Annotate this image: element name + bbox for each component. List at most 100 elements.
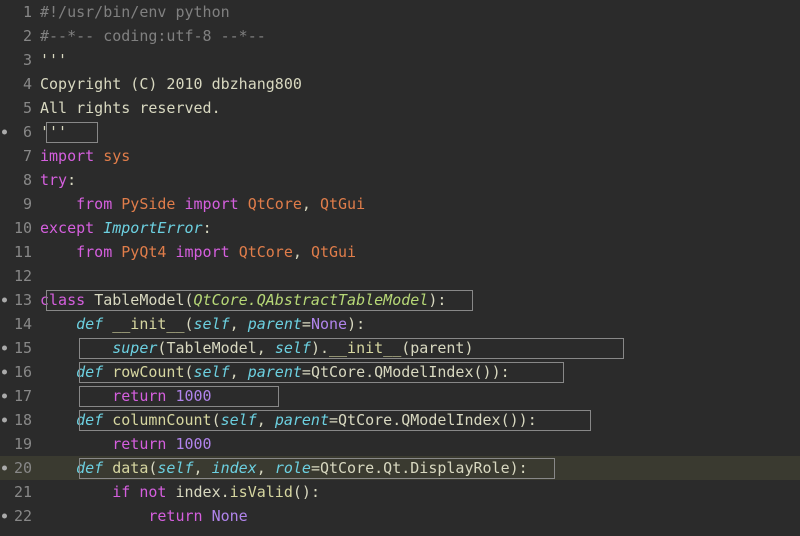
- code-content[interactable]: return 1000: [40, 435, 212, 453]
- code-line[interactable]: 10except ImportError:: [0, 216, 800, 240]
- code-content[interactable]: ''': [40, 51, 67, 69]
- token-keyword: except: [40, 219, 103, 237]
- token-op: ): [510, 411, 519, 429]
- token-op: ,: [230, 315, 248, 333]
- token-string: ''': [40, 123, 67, 141]
- token-keyword: from: [76, 243, 121, 261]
- code-content[interactable]: class TableModel(QtCore.QAbstractTableMo…: [40, 291, 446, 309]
- token-plain: [40, 195, 76, 213]
- code-editor[interactable]: 1#!/usr/bin/env python2#--*-- coding:utf…: [0, 0, 800, 528]
- code-line[interactable]: 7import sys: [0, 144, 800, 168]
- code-content[interactable]: if not index.isValid():: [40, 483, 320, 501]
- code-content[interactable]: from PyQt4 import QtCore, QtGui: [40, 243, 356, 261]
- token-op: :: [528, 411, 537, 429]
- line-number: 11: [0, 243, 40, 261]
- code-content[interactable]: #!/usr/bin/env python: [40, 3, 230, 21]
- code-line[interactable]: 16 def rowCount(self, parent=QtCore.QMod…: [0, 360, 800, 384]
- token-keyword: import: [175, 243, 238, 261]
- token-string: Copyright (C) 2010 dbzhang800: [40, 75, 302, 93]
- code-content[interactable]: def __init__(self, parent=None):: [40, 315, 365, 333]
- code-content[interactable]: def rowCount(self, parent=QtCore.QModelI…: [40, 363, 510, 381]
- token-name: PySide: [121, 195, 184, 213]
- token-param: parent: [248, 363, 302, 381]
- code-line[interactable]: 17 return 1000: [0, 384, 800, 408]
- code-line[interactable]: 4Copyright (C) 2010 dbzhang800: [0, 72, 800, 96]
- token-op: ): [347, 315, 356, 333]
- code-line[interactable]: 15 super(TableModel, self).__init__(pare…: [0, 336, 800, 360]
- token-op: ,: [230, 363, 248, 381]
- code-line[interactable]: 6''': [0, 120, 800, 144]
- token-op: :: [519, 459, 528, 477]
- token-keyword: import: [40, 147, 103, 165]
- code-content[interactable]: return None: [40, 507, 248, 525]
- token-keyword: not: [139, 483, 175, 501]
- code-line[interactable]: 14 def __init__(self, parent=None):: [0, 312, 800, 336]
- token-op: ,: [302, 195, 320, 213]
- code-line[interactable]: 5All rights reserved.: [0, 96, 800, 120]
- token-param: role: [275, 459, 311, 477]
- code-content[interactable]: All rights reserved.: [40, 99, 221, 117]
- code-line[interactable]: 2#--*-- coding:utf-8 --*--: [0, 24, 800, 48]
- token-op: ): [483, 363, 492, 381]
- modified-dot-icon: [2, 418, 7, 423]
- token-param: self: [194, 315, 230, 333]
- token-func: columnCount: [112, 411, 211, 429]
- code-line[interactable]: 11 from PyQt4 import QtCore, QtGui: [0, 240, 800, 264]
- token-func: data: [112, 459, 148, 477]
- line-number: 3: [0, 51, 40, 69]
- code-content[interactable]: Copyright (C) 2010 dbzhang800: [40, 75, 302, 93]
- line-number: 7: [0, 147, 40, 165]
- token-plain: TableModel: [166, 339, 256, 357]
- code-line[interactable]: 18 def columnCount(self, parent=QtCore.Q…: [0, 408, 800, 432]
- code-content[interactable]: import sys: [40, 147, 130, 165]
- code-line[interactable]: 1#!/usr/bin/env python: [0, 0, 800, 24]
- token-keyword: return: [112, 435, 175, 453]
- token-op: ,: [257, 411, 275, 429]
- line-number: 9: [0, 195, 40, 213]
- token-param: parent: [248, 315, 302, 333]
- code-line[interactable]: 19 return 1000: [0, 432, 800, 456]
- code-content[interactable]: return 1000: [40, 387, 212, 405]
- line-number: 21: [0, 483, 40, 501]
- token-op: ): [519, 411, 528, 429]
- line-number: 14: [0, 315, 40, 333]
- code-content[interactable]: ''': [40, 123, 67, 141]
- code-line[interactable]: 13class TableModel(QtCore.QAbstractTable…: [0, 288, 800, 312]
- code-line[interactable]: 8try:: [0, 168, 800, 192]
- code-content[interactable]: from PySide import QtCore, QtGui: [40, 195, 365, 213]
- code-line[interactable]: 9 from PySide import QtCore, QtGui: [0, 192, 800, 216]
- line-number: 8: [0, 171, 40, 189]
- token-op: :: [203, 219, 212, 237]
- code-line[interactable]: 3''': [0, 48, 800, 72]
- modified-dot-icon: [2, 298, 7, 303]
- token-comment: #--*-- coding:utf-8 --*--: [40, 27, 266, 45]
- token-op: :: [311, 483, 320, 501]
- code-content[interactable]: super(TableModel, self).__init__(parent): [40, 339, 474, 357]
- token-keyword: return: [148, 507, 211, 525]
- token-keyword: import: [185, 195, 248, 213]
- token-op: (: [185, 315, 194, 333]
- token-param: self: [275, 339, 311, 357]
- token-const: None: [311, 315, 347, 333]
- code-content[interactable]: except ImportError:: [40, 219, 212, 237]
- token-plain: [40, 339, 112, 357]
- line-number: 5: [0, 99, 40, 117]
- code-line[interactable]: 20 def data(self, index, role=QtCore.Qt.…: [0, 456, 800, 480]
- code-content[interactable]: #--*-- coding:utf-8 --*--: [40, 27, 266, 45]
- token-name: QtCore: [239, 243, 293, 261]
- code-line[interactable]: 12: [0, 264, 800, 288]
- code-line[interactable]: 22 return None: [0, 504, 800, 528]
- token-op: :: [437, 291, 446, 309]
- code-line[interactable]: 21 if not index.isValid():: [0, 480, 800, 504]
- token-plain: QtCore.Qt.DisplayRole: [320, 459, 510, 477]
- code-content[interactable]: try:: [40, 171, 76, 189]
- token-plain: [40, 387, 112, 405]
- token-builtin: ImportError: [103, 219, 202, 237]
- token-keyword2: def: [76, 411, 112, 429]
- code-content[interactable]: def columnCount(self, parent=QtCore.QMod…: [40, 411, 537, 429]
- token-op: .: [320, 339, 329, 357]
- token-plain: parent: [410, 339, 464, 357]
- token-op: (: [293, 483, 302, 501]
- code-content[interactable]: def data(self, index, role=QtCore.Qt.Dis…: [40, 459, 528, 477]
- token-plain: [40, 435, 112, 453]
